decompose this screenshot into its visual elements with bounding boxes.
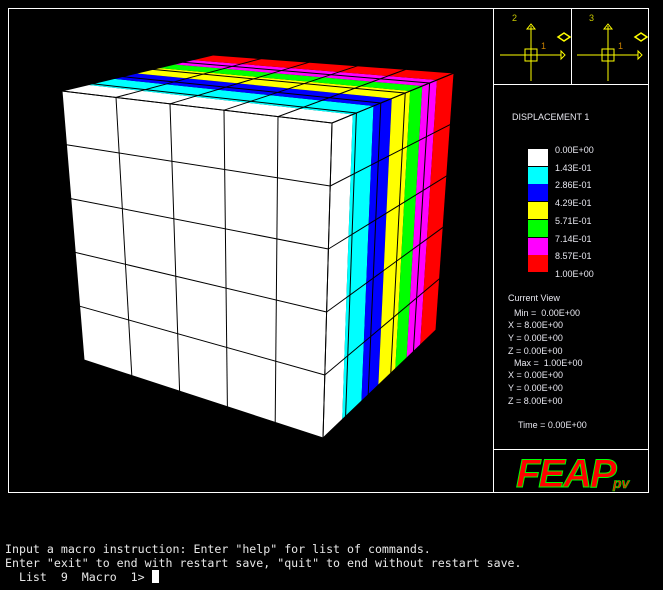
- arrow-right-icon: [637, 49, 643, 61]
- min-value: Min = 0.00E+00: [514, 308, 581, 318]
- legend-value: 2.86E-01: [555, 180, 592, 191]
- current-view-heading: Current View: [508, 293, 560, 303]
- min-z: Z = 0.00E+00: [508, 346, 563, 356]
- console-prompt-line[interactable]: List 9 Macro 1>: [5, 570, 159, 584]
- legend-swatch: [528, 237, 548, 255]
- legend-value: 0.00E+00: [555, 145, 594, 155]
- console-prompt: List 9 Macro 1>: [5, 570, 152, 584]
- rotate-diamond-icon: [633, 32, 649, 42]
- legend-value: 4.29E-01: [555, 198, 592, 209]
- axis-label-horizontal: 1: [541, 41, 546, 51]
- min-y: Y = 0.00E+00: [508, 333, 563, 343]
- time-value: Time = 0.00E+00: [518, 420, 587, 430]
- max-z: Z = 8.00E+00: [508, 396, 563, 406]
- text-cursor[interactable]: [151, 570, 159, 583]
- legend-swatch: [528, 184, 548, 202]
- legend-swatch: [528, 219, 548, 237]
- front-face: [62, 91, 332, 438]
- svg-text:pv: pv: [612, 475, 631, 491]
- legend-swatch: [528, 255, 548, 273]
- console-line-1: Input a macro instruction: Enter "help" …: [5, 542, 431, 556]
- svg-text:FEAP: FEAP: [516, 452, 617, 496]
- max-y: Y = 0.00E+00: [508, 383, 563, 393]
- legend-value: 5.71E-01: [555, 215, 592, 226]
- legend-value: 1.00E+00: [555, 268, 594, 279]
- feap-logo: FEAP pv: [516, 452, 631, 497]
- max-x: X = 0.00E+00: [508, 370, 564, 380]
- axis-label-vertical: 2: [512, 13, 517, 23]
- axis-label-horizontal: 1: [618, 41, 623, 51]
- axis-label-vertical: 3: [589, 13, 594, 23]
- legend-swatch: [528, 166, 548, 184]
- view-axes: 2 1 3 1: [500, 13, 649, 81]
- max-value: Max = 1.00E+00: [514, 358, 583, 368]
- console-line-2: Enter "exit" to end with restart save, "…: [5, 556, 522, 570]
- graphics-window: 2 1 3 1 FEAP pv: [8, 8, 649, 497]
- legend-value: 1.43E-01: [555, 162, 592, 173]
- legend-value: 8.57E-01: [555, 251, 592, 262]
- legend-value: 7.14E-01: [555, 233, 592, 244]
- min-x: X = 8.00E+00: [508, 320, 564, 330]
- legend-swatch: [528, 149, 548, 166]
- cube-mesh: [61, 54, 455, 439]
- rotate-diamond-icon: [556, 32, 572, 42]
- arrow-right-icon: [560, 49, 566, 61]
- legend-swatch: [528, 202, 548, 220]
- legend-title: DISPLACEMENT 1: [512, 112, 590, 122]
